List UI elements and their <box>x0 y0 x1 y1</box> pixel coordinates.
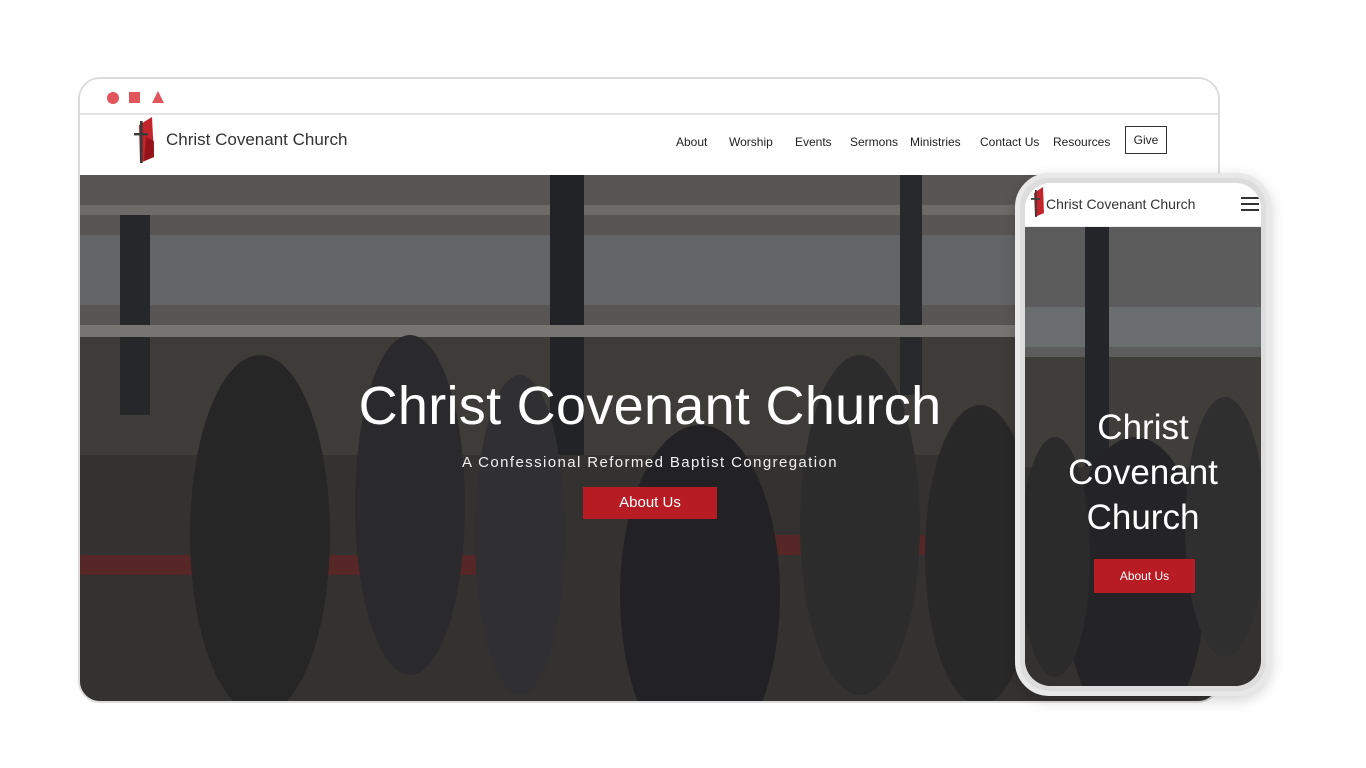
mockup-stage: Christ Covenant Church About Worship Eve… <box>0 0 1366 768</box>
nav-link-about[interactable]: About <box>676 135 707 149</box>
mobile-screen: Christ Covenant Church Christ Covenant C… <box>1025 183 1261 686</box>
hamburger-menu-icon[interactable] <box>1241 197 1259 211</box>
about-us-button[interactable]: About Us <box>583 487 717 519</box>
mobile-hero-title: Christ Covenant Church <box>1025 405 1261 540</box>
site-brand-name[interactable]: Christ Covenant Church <box>166 130 347 150</box>
nav-link-resources[interactable]: Resources <box>1053 135 1110 149</box>
mobile-phone-frame: Christ Covenant Church Christ Covenant C… <box>1015 173 1271 696</box>
nav-link-worship[interactable]: Worship <box>729 135 773 149</box>
mobile-about-us-button[interactable]: About Us <box>1094 559 1195 593</box>
nav-link-events[interactable]: Events <box>795 135 832 149</box>
give-button[interactable]: Give <box>1125 126 1167 154</box>
mobile-site-header: Christ Covenant Church <box>1025 183 1261 227</box>
mobile-brand-name[interactable]: Christ Covenant Church <box>1046 196 1195 212</box>
nav-link-ministries[interactable]: Ministries <box>910 135 961 149</box>
square-icon[interactable] <box>129 92 140 103</box>
site-header: Christ Covenant Church About Worship Eve… <box>80 115 1218 175</box>
browser-toolbar <box>80 79 1218 115</box>
mobile-hero-section: Christ Covenant Church About Us <box>1025 227 1261 686</box>
nav-link-sermons[interactable]: Sermons <box>850 135 898 149</box>
nav-link-contact-us[interactable]: Contact Us <box>980 135 1039 149</box>
mobile-hero-title-line: Christ <box>1097 408 1189 447</box>
church-logo-icon[interactable] <box>1031 187 1045 219</box>
church-logo-icon[interactable] <box>132 117 158 165</box>
mobile-hero-title-line: Church <box>1086 498 1200 537</box>
circle-icon[interactable] <box>107 92 119 104</box>
mobile-hero-title-line: Covenant <box>1068 453 1218 492</box>
triangle-icon[interactable] <box>152 91 164 103</box>
